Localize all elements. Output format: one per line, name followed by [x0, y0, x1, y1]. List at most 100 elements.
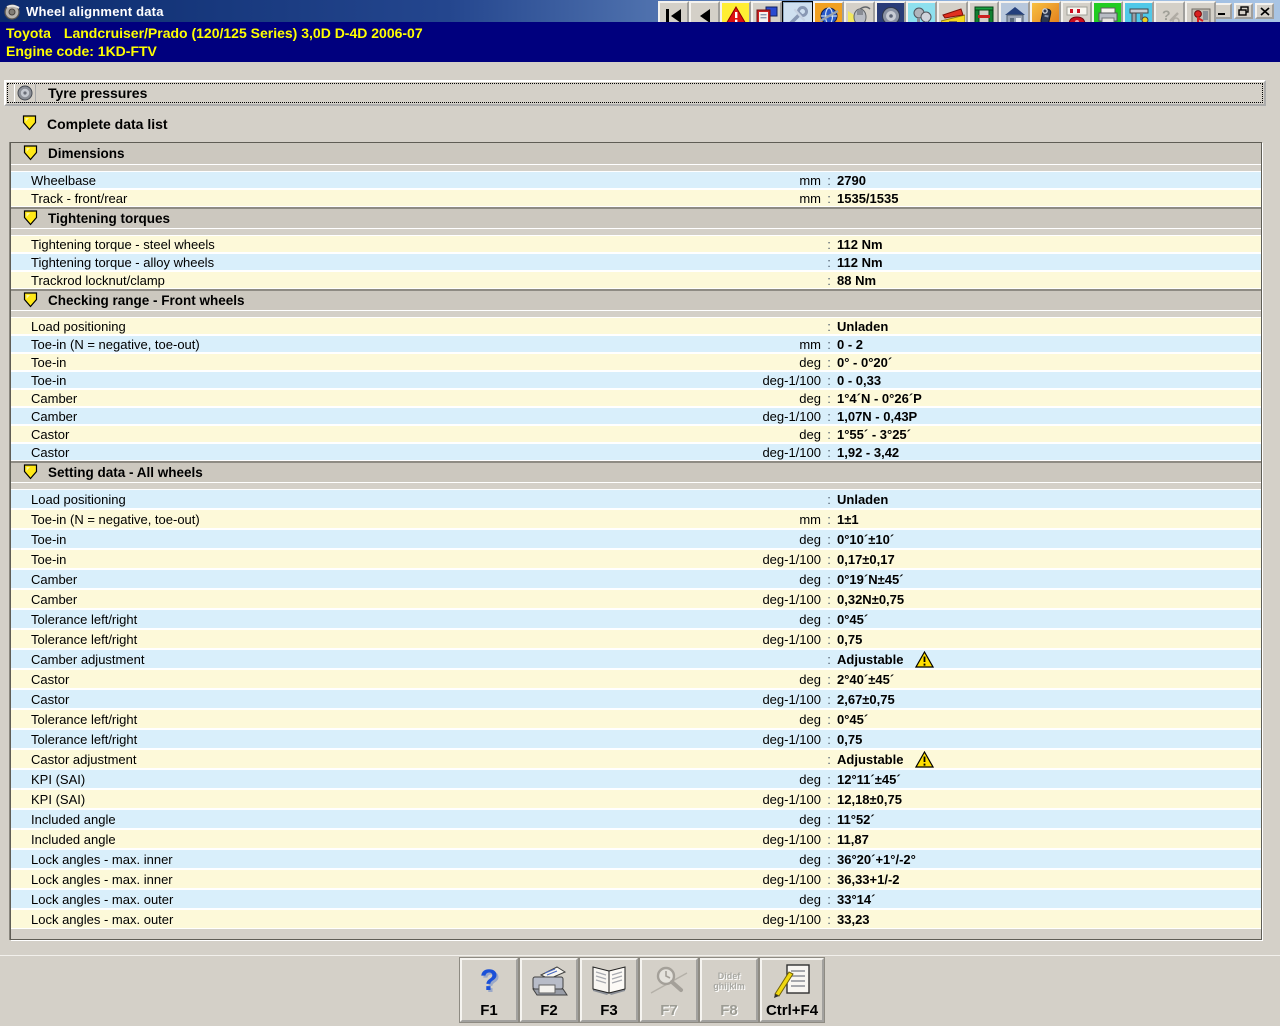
data-row: Camber adjustment:Adjustable	[11, 649, 1261, 669]
row-unit: deg	[726, 852, 821, 867]
row-value: 0 - 2	[837, 337, 1261, 352]
abbreviations-icon: Didef ghijklm	[702, 960, 756, 1002]
row-unit: mm	[726, 173, 821, 188]
data-row: Castor adjustment:Adjustable	[11, 749, 1261, 769]
row-label: Camber	[11, 572, 726, 587]
row-unit: deg-1/100	[726, 592, 821, 607]
data-row: Tolerance left/rightdeg-1/100:0,75	[11, 629, 1261, 649]
row-label: KPI (SAI)	[11, 792, 726, 807]
row-value: 1°55´ - 3°25´	[837, 427, 1261, 442]
row-colon: :	[821, 319, 837, 334]
window-controls	[1213, 3, 1274, 19]
row-unit: deg	[726, 355, 821, 370]
close-button[interactable]	[1255, 3, 1274, 19]
section-header[interactable]: Checking range - Front wheels	[11, 289, 1261, 311]
row-unit: deg-1/100	[726, 732, 821, 747]
notes-ctrl-f4-button[interactable]: Ctrl+F4	[760, 958, 824, 1022]
data-row: Load positioning:Unladen	[11, 489, 1261, 509]
row-value: 0°10´±10´	[837, 532, 1261, 547]
complete-data-list-button[interactable]: Complete data list	[4, 112, 1266, 136]
data-row: Tolerance left/rightdeg-1/100:0,75	[11, 729, 1261, 749]
row-value: 33,23	[837, 912, 1261, 927]
row-colon: :	[821, 912, 837, 927]
data-row: Lock angles - max. outerdeg-1/100:33,23	[11, 909, 1261, 929]
section-header[interactable]: Setting data - All wheels	[11, 461, 1261, 483]
adjustable-warning-icon	[915, 651, 934, 668]
tyre-pressures-button[interactable]: Tyre pressures	[4, 80, 1266, 106]
data-row: Tolerance left/rightdeg:0°45´	[11, 609, 1261, 629]
row-value: 0,75	[837, 632, 1261, 647]
row-label: Included angle	[11, 832, 726, 847]
row-label: Lock angles - max. outer	[11, 912, 726, 927]
row-label: Toe-in	[11, 355, 726, 370]
notes-icon	[762, 960, 822, 1002]
data-row: Toe-in (N = negative, toe-out)mm:1±1	[11, 509, 1261, 529]
help-f1-button[interactable]: ? F1	[460, 958, 518, 1022]
row-label: Camber	[11, 409, 726, 424]
wheel-alignment-window: { "window": { "title": "Wheel alignment …	[0, 0, 1280, 1026]
row-colon: :	[821, 255, 837, 270]
row-value: 1,92 - 3,42	[837, 445, 1261, 460]
row-value: 11,87	[837, 832, 1261, 847]
row-value: 33°14´	[837, 892, 1261, 907]
section-header[interactable]: Dimensions	[11, 143, 1261, 165]
footer-bar: ? F1 F2	[0, 955, 1280, 1026]
row-colon: :	[821, 445, 837, 460]
row-label: KPI (SAI)	[11, 772, 726, 787]
data-row: Lock angles - max. innerdeg:36°20´+1°/-2…	[11, 849, 1261, 869]
section-header[interactable]: Tightening torques	[11, 207, 1261, 229]
vehicle-title: Toyota Landcruiser/Prado (120/125 Series…	[6, 25, 423, 41]
row-unit: deg	[726, 812, 821, 827]
manual-f3-button[interactable]: F3	[580, 958, 638, 1022]
section-setting-data-all-wheels: Setting data - All wheels Load positionin…	[11, 461, 1261, 929]
data-row: Wheelbasemm:2790	[11, 171, 1261, 189]
complete-data-list-label: Complete data list	[47, 116, 168, 132]
row-colon: :	[821, 892, 837, 907]
data-row: Included angledeg:11°52´	[11, 809, 1261, 829]
row-label: Included angle	[11, 812, 726, 827]
abbreviations-f8-button: Didef ghijklm F8	[700, 958, 758, 1022]
row-unit: deg-1/100	[726, 373, 821, 388]
row-colon: :	[821, 409, 837, 424]
vehicle-header: Toyota Landcruiser/Prado (120/125 Series…	[0, 22, 1280, 62]
data-row: Tolerance left/rightdeg:0°45´	[11, 709, 1261, 729]
vehicle-model: Landcruiser/Prado (120/125 Series) 3,0D …	[64, 25, 423, 41]
row-unit: deg	[726, 427, 821, 442]
row-label: Castor	[11, 427, 726, 442]
row-colon: :	[821, 812, 837, 827]
row-colon: :	[821, 373, 837, 388]
shield-icon	[22, 114, 37, 134]
function-buttons: ? F1 F2	[460, 958, 826, 1022]
row-colon: :	[821, 612, 837, 627]
row-colon: :	[821, 672, 837, 687]
engine-code: Engine code: 1KD-FTV	[6, 43, 157, 59]
row-colon: :	[821, 572, 837, 587]
row-unit: deg	[726, 672, 821, 687]
row-unit: mm	[726, 512, 821, 527]
row-value: Adjustable	[837, 751, 1261, 768]
data-row: Castordeg-1/100:2,67±0,75	[11, 689, 1261, 709]
row-unit: mm	[726, 191, 821, 206]
row-unit: deg	[726, 572, 821, 587]
row-unit: deg-1/100	[726, 552, 821, 567]
data-row: KPI (SAI)deg-1/100:12,18±0,75	[11, 789, 1261, 809]
data-row: Toe-indeg-1/100:0,17±0,17	[11, 549, 1261, 569]
row-label: Toe-in	[11, 373, 726, 388]
row-value: 12°11´±45´	[837, 772, 1261, 787]
data-row: Camberdeg-1/100:1,07N - 0,43P	[11, 407, 1261, 425]
row-colon: :	[821, 355, 837, 370]
row-label: Tolerance left/right	[11, 732, 726, 747]
data-row: Castordeg:1°55´ - 3°25´	[11, 425, 1261, 443]
restore-button[interactable]	[1234, 3, 1253, 19]
data-row: Tightening torque - steel wheels:112 Nm	[11, 235, 1261, 253]
section-checking-range-front-wheels: Checking range - Front wheelsLoad positi…	[11, 289, 1261, 461]
vehicle-make: Toyota	[6, 25, 60, 41]
row-colon: :	[821, 592, 837, 607]
row-colon: :	[821, 692, 837, 707]
row-label: Toe-in	[11, 532, 726, 547]
row-unit: deg	[726, 391, 821, 406]
row-label: Toe-in (N = negative, toe-out)	[11, 337, 726, 352]
print-f2-button[interactable]: F2	[520, 958, 578, 1022]
shield-icon	[23, 291, 38, 311]
row-colon: :	[821, 532, 837, 547]
